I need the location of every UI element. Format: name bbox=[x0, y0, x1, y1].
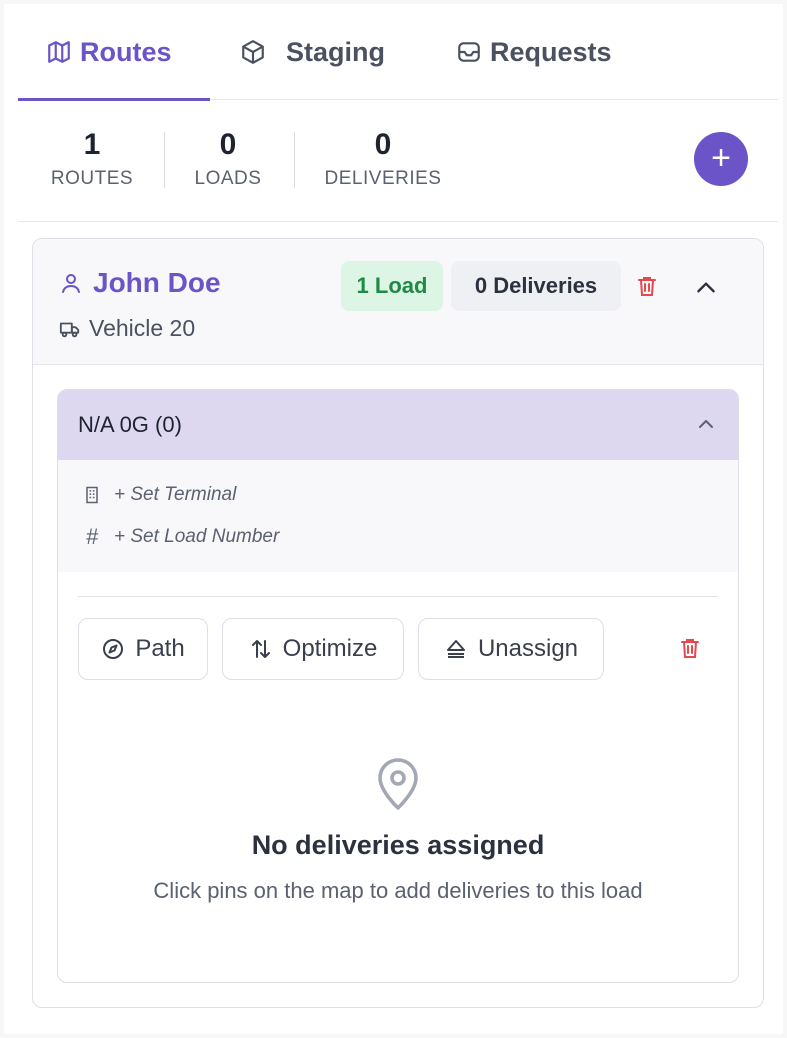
optimize-button[interactable]: Optimize bbox=[222, 618, 404, 680]
trash-icon bbox=[681, 639, 699, 658]
optimize-button-label: Optimize bbox=[282, 635, 378, 662]
truck-icon bbox=[59, 322, 80, 337]
empty-state-title: No deliveries assigned bbox=[251, 830, 545, 860]
box-icon bbox=[242, 40, 264, 64]
driver-name[interactable]: John Doe bbox=[59, 267, 221, 299]
tab-bar: Routes Staging Requests bbox=[18, 4, 778, 101]
route-header[interactable]: John Doe Vehicle 20 1 Load 0 Deliveries bbox=[33, 239, 763, 365]
tab-routes-label: Routes bbox=[80, 36, 172, 67]
collapse-load-button[interactable] bbox=[694, 412, 718, 441]
add-route-button[interactable]: + bbox=[694, 132, 748, 186]
path-button-label: Path bbox=[135, 635, 185, 662]
eject-icon bbox=[446, 640, 465, 658]
stat-divider bbox=[294, 132, 295, 188]
load-meta: + Set Terminal # + Set Load Number bbox=[58, 460, 738, 572]
set-terminal-link[interactable]: + Set Terminal bbox=[82, 484, 236, 506]
hash-icon: # bbox=[85, 524, 99, 549]
load-title: N/A 0G (0) bbox=[78, 412, 182, 437]
trash-icon bbox=[638, 277, 656, 296]
load-card: N/A 0G (0) + Set Terminal # + Set Load N… bbox=[57, 389, 739, 983]
unassign-button-label: Unassign bbox=[477, 635, 579, 662]
building-icon bbox=[86, 486, 98, 504]
chevron-up-icon bbox=[699, 420, 713, 428]
stat-deliveries-label: DELIVERIES bbox=[324, 168, 442, 189]
empty-state-description: Click pins on the map to add deliveries … bbox=[153, 878, 643, 903]
inbox-icon bbox=[458, 42, 480, 62]
stat-routes-value: 1 bbox=[83, 128, 101, 161]
routes-panel: Routes Staging Requests 1 ROUTES 0 LOADS… bbox=[4, 4, 783, 1034]
sort-arrows-icon bbox=[251, 640, 270, 658]
tab-staging[interactable]: Staging bbox=[240, 4, 385, 100]
map-icon bbox=[48, 41, 70, 63]
driver-name-label: John Doe bbox=[93, 267, 221, 298]
stat-deliveries-value: 0 bbox=[374, 128, 392, 161]
tab-requests[interactable]: Requests bbox=[456, 4, 612, 100]
stat-loads: 0 LOADS bbox=[188, 128, 268, 190]
compass-icon bbox=[103, 639, 124, 659]
tab-staging-label: Staging bbox=[286, 36, 385, 67]
stat-deliveries: 0 DELIVERIES bbox=[318, 128, 448, 190]
stat-loads-label: LOADS bbox=[194, 168, 262, 189]
stats-bar: 1 ROUTES 0 LOADS 0 DELIVERIES + bbox=[18, 100, 778, 222]
stat-loads-value: 0 bbox=[219, 128, 237, 161]
set-load-number-label: + Set Load Number bbox=[114, 526, 280, 547]
stat-divider bbox=[164, 132, 165, 188]
vehicle-name: Vehicle 20 bbox=[89, 315, 196, 341]
deliveries-count-badge: 0 Deliveries bbox=[451, 261, 621, 311]
delete-load-button[interactable] bbox=[678, 636, 702, 665]
load-header[interactable]: N/A 0G (0) bbox=[58, 390, 738, 460]
tab-routes[interactable]: Routes bbox=[18, 4, 210, 101]
stat-routes: 1 ROUTES bbox=[46, 128, 138, 190]
user-icon bbox=[62, 274, 80, 293]
chevron-up-icon bbox=[697, 282, 715, 293]
path-button[interactable]: Path bbox=[78, 618, 208, 680]
stat-routes-label: ROUTES bbox=[50, 168, 134, 189]
delete-route-button[interactable] bbox=[635, 274, 659, 303]
set-terminal-label: + Set Terminal bbox=[114, 484, 237, 505]
unassign-button[interactable]: Unassign bbox=[418, 618, 604, 680]
route-card: John Doe Vehicle 20 1 Load 0 Deliveries … bbox=[32, 238, 764, 1008]
vehicle-label: Vehicle 20 bbox=[59, 315, 195, 342]
load-count-badge: 1 Load bbox=[341, 261, 443, 311]
collapse-route-button[interactable] bbox=[693, 275, 719, 306]
set-load-number-link[interactable]: # + Set Load Number bbox=[82, 524, 279, 550]
section-divider bbox=[78, 596, 718, 597]
tab-requests-label: Requests bbox=[490, 36, 612, 67]
map-pin-icon bbox=[378, 758, 418, 810]
